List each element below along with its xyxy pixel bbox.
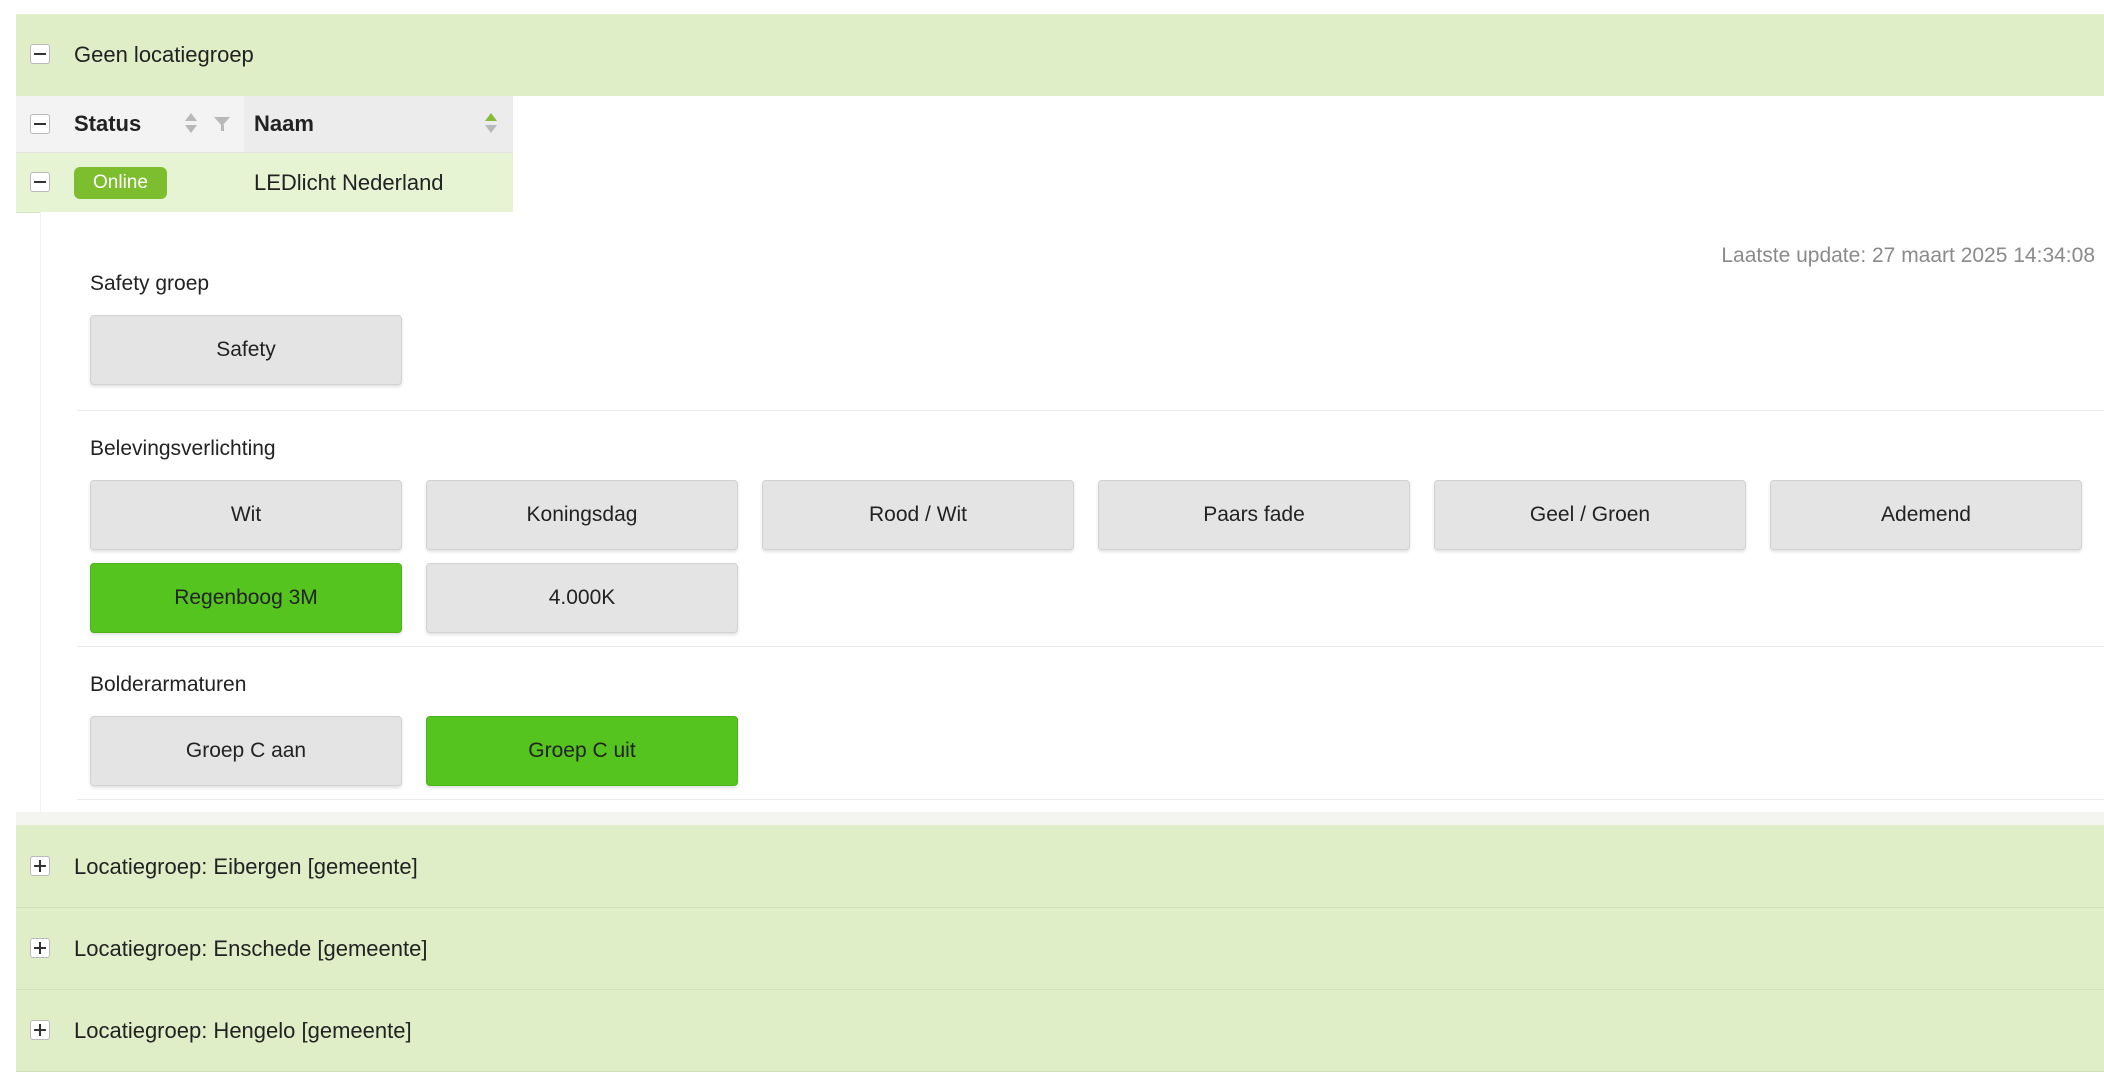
minus-icon bbox=[34, 53, 46, 55]
sort-status-icon[interactable] bbox=[185, 113, 197, 135]
detail-bottom-strip bbox=[16, 812, 2104, 825]
wit-button[interactable]: Wit bbox=[90, 480, 402, 550]
sort-naam-icon[interactable] bbox=[485, 113, 497, 135]
paars-fade-button[interactable]: Paars fade bbox=[1098, 480, 1410, 550]
row-name: LEDlicht Nederland bbox=[254, 170, 444, 195]
section-label-belevingsverlichting: Belevingsverlichting bbox=[90, 437, 276, 460]
column-header-naam-cell[interactable]: Naam bbox=[244, 96, 513, 152]
section-label-bolderarmaturen: Bolderarmaturen bbox=[90, 673, 247, 696]
column-header-naam: Naam bbox=[254, 111, 314, 136]
groep-c-aan-button[interactable]: Groep C aan bbox=[90, 716, 402, 786]
section-label-safety: Safety groep bbox=[90, 272, 210, 295]
divider bbox=[16, 1071, 2104, 1072]
geel-groen-button[interactable]: Geel / Groen bbox=[1434, 480, 1746, 550]
minus-icon bbox=[34, 181, 46, 183]
group-title: Locatiegroep: Enschede [gemeente] bbox=[74, 936, 428, 961]
regenboog-3m-button[interactable]: Regenboog 3M bbox=[90, 563, 402, 633]
status-badge: Online bbox=[74, 167, 167, 199]
expand-group-toggle[interactable] bbox=[30, 1020, 50, 1040]
safety-button[interactable]: Safety bbox=[90, 315, 402, 385]
group-header-hengelo[interactable]: Locatiegroep: Hengelo [gemeente] bbox=[16, 990, 2104, 1071]
divider bbox=[77, 646, 2104, 647]
group-header-enschede[interactable]: Locatiegroep: Enschede [gemeente] bbox=[16, 908, 2104, 989]
expand-group-toggle[interactable] bbox=[30, 938, 50, 958]
group-title: Locatiegroep: Hengelo [gemeente] bbox=[74, 1018, 412, 1043]
grid-header: Status Naam bbox=[16, 96, 513, 153]
minus-icon bbox=[34, 123, 46, 125]
group-title: Locatiegroep: Eibergen [gemeente] bbox=[74, 854, 418, 879]
koningsdag-button[interactable]: Koningsdag bbox=[426, 480, 738, 550]
filter-status-icon[interactable] bbox=[214, 117, 230, 133]
collapse-row-toggle[interactable] bbox=[30, 172, 50, 192]
column-header-status[interactable]: Status bbox=[74, 96, 141, 152]
table-row[interactable]: Online LEDlicht Nederland bbox=[16, 153, 513, 213]
collapse-all-rows-toggle[interactable] bbox=[30, 114, 50, 134]
divider bbox=[77, 410, 2104, 411]
4000k-button[interactable]: 4.000K bbox=[426, 563, 738, 633]
last-update-text: Laatste update: 27 maart 2025 14:34:08 bbox=[1721, 244, 2095, 267]
groep-c-uit-button[interactable]: Groep C uit bbox=[426, 716, 738, 786]
page: Geen locatiegroep Status Naam Online LED… bbox=[0, 0, 2104, 1079]
group-header-eibergen[interactable]: Locatiegroep: Eibergen [gemeente] bbox=[16, 825, 2104, 907]
group-header-expanded[interactable]: Geen locatiegroep bbox=[16, 14, 2104, 96]
rood-wit-button[interactable]: Rood / Wit bbox=[762, 480, 1074, 550]
ademend-button[interactable]: Ademend bbox=[1770, 480, 2082, 550]
collapse-group-toggle[interactable] bbox=[30, 44, 50, 64]
divider bbox=[77, 799, 2104, 800]
group-title: Geen locatiegroep bbox=[74, 42, 254, 67]
expand-group-toggle[interactable] bbox=[30, 856, 50, 876]
detail-panel: Laatste update: 27 maart 2025 14:34:08 S… bbox=[40, 212, 2104, 812]
